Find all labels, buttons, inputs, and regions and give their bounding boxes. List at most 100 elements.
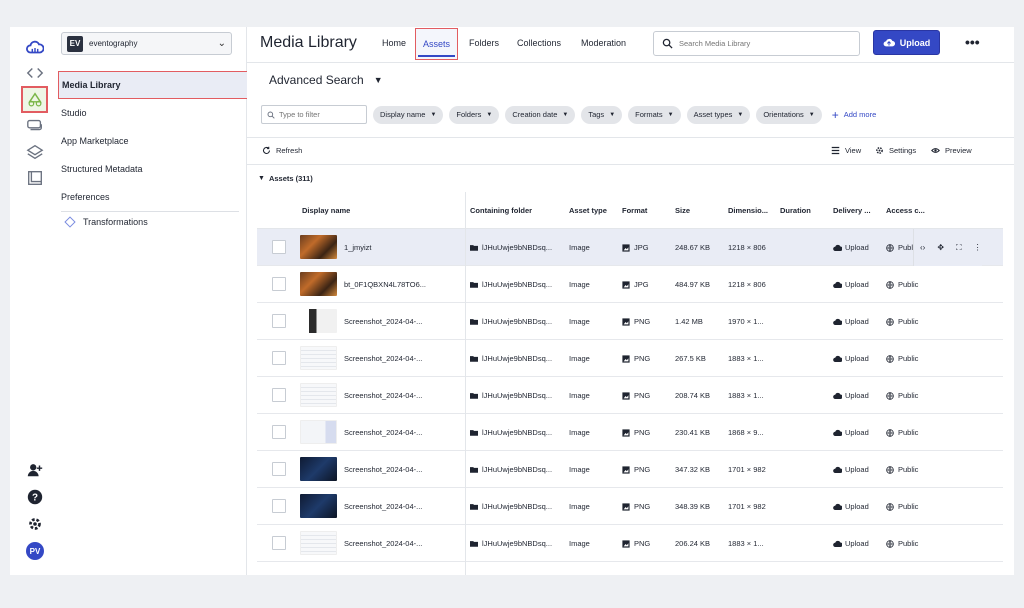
column-header[interactable]: Containing folder [470,206,532,215]
refresh-button[interactable]: Refresh [262,146,302,155]
asset-thumbnail[interactable] [300,383,337,407]
column-header[interactable]: Dimensio... [728,206,768,215]
row-checkbox[interactable] [272,425,286,439]
search-box[interactable] [653,31,860,56]
user-avatar[interactable]: PV [26,542,44,560]
column-header[interactable]: Format [622,206,647,215]
table-row[interactable]: Screenshot_2024-04-... lJHuUwje9bNBDsq...… [257,340,1003,377]
filter-chip-creation-date[interactable]: Creation date ▼ [505,105,576,124]
asset-thumbnail[interactable] [300,272,337,296]
size-cell: 267.5 KB [675,354,706,363]
asset-thumbnail[interactable] [300,346,337,370]
table-row[interactable]: Screenshot_2024-04-... lJHuUwje9bNBDsq...… [257,303,1003,340]
row-checkbox[interactable] [272,314,286,328]
filter-chip-folders[interactable]: Folders ▼ [449,105,500,124]
table-row[interactable]: bt_0F1QBXN4L78TO6... lJHuUwje9bNBDsq... Im… [257,266,1003,303]
table-row[interactable]: Screenshot_2024-04-... lJHuUwje9bNBDsq...… [257,414,1003,451]
plus-icon: + [831,107,839,122]
table-row[interactable]: Screenshot_2024-04-... lJHuUwje9bNBDsq...… [257,451,1003,488]
asset-name[interactable]: Screenshot_2024-04-... [344,502,422,511]
sidebar-item-studio[interactable]: Studio [58,99,247,127]
asset-name[interactable]: Screenshot_2024-04-... [344,317,422,326]
filter-chip-asset-types[interactable]: Asset types ▼ [686,105,751,124]
row-checkbox[interactable] [272,499,286,513]
asset-thumbnail[interactable] [300,457,337,481]
filter-chip-tags[interactable]: Tags ▼ [581,105,623,124]
row-checkbox[interactable] [272,462,286,476]
sidebar-item-media-library[interactable]: Media Library [58,71,256,99]
tab-home[interactable]: Home [382,38,406,48]
more-menu-button[interactable]: ••• [965,34,980,50]
format-cell-text: PNG [634,354,651,363]
layers-icon[interactable] [22,139,48,165]
more-icon[interactable]: ⋮ [974,243,982,252]
table-row[interactable]: Screenshot_2024-04-... lJHuUwje9bNBDsq...… [257,488,1003,525]
row-checkbox[interactable] [272,536,286,550]
settings-button[interactable]: Settings [875,146,916,155]
asset-thumbnail[interactable] [300,531,337,555]
list-view-icon [831,146,840,155]
column-header[interactable]: Duration [780,206,811,215]
code-icon[interactable] [22,60,48,86]
asset-name[interactable]: bt_0F1QBXN4L78TO6... [344,280,426,289]
asset-thumbnail[interactable] [300,494,337,518]
size-cell-text: 230.41 KB [675,428,711,437]
table-row[interactable]: Screenshot_2024-04-... lJHuUwje9bNBDsq...… [257,525,1003,562]
column-header[interactable]: Access c... [886,206,925,215]
filter-chip-display-name[interactable]: Display name ▼ [373,105,444,124]
expand-icon[interactable]: ⛶ [956,243,962,253]
column-header[interactable]: Display name [302,206,350,215]
row-checkbox[interactable] [272,240,286,254]
asset-thumbnail[interactable] [300,235,337,259]
filter-chip-orientations[interactable]: Orientations ▼ [756,105,822,124]
sidebar-item-structured-metadata[interactable]: Structured Metadata [58,155,247,183]
search-input[interactable] [679,39,849,48]
advanced-search-toggle[interactable]: Advanced Search ▼ [269,73,383,87]
view-button[interactable]: View [831,146,861,155]
messages-icon[interactable] [22,113,48,139]
help-icon[interactable]: ? [22,484,48,510]
column-header[interactable]: Asset type [569,206,607,215]
tab-assets[interactable]: Assets [415,28,459,60]
assets-section-toggle[interactable]: ▼ Assets (311) [258,174,313,183]
code-icon[interactable]: ‹› [920,243,925,252]
asset-thumbnail[interactable] [300,420,337,444]
asset-name[interactable]: Screenshot_2024-04-... [344,391,422,400]
sidebar-item-app-marketplace[interactable]: App Marketplace [58,127,247,155]
asset-name[interactable]: Screenshot_2024-04-... [344,354,422,363]
asset-name[interactable]: Screenshot_2024-04-... [344,428,422,437]
size-cell-text: 484.97 KB [675,280,711,289]
asset-name[interactable]: Screenshot_2024-04-... [344,539,422,548]
asset-name[interactable]: Screenshot_2024-04-... [344,465,422,474]
row-checkbox[interactable] [272,388,286,402]
column-header[interactable]: Delivery ... [833,206,871,215]
table-row[interactable]: 1_jmyizt lJHuUwje9bNBDsq... Image JPG 248.67… [257,229,1003,266]
asset-name[interactable]: 1_jmyizt [344,243,372,252]
cloud-upload-icon [833,392,843,400]
row-checkbox[interactable] [272,277,286,291]
workspace-selector[interactable]: EV eventography ⌄ [61,32,232,55]
filter-box[interactable] [261,105,367,124]
tab-moderation[interactable]: Moderation [581,38,626,48]
dam-icon[interactable] [21,86,48,113]
settings-icon[interactable] [22,511,48,537]
preview-button[interactable]: Preview [931,146,972,155]
upload-button[interactable]: Upload [873,30,940,55]
asset-thumbnail[interactable] [300,309,337,333]
folder-icon [470,392,478,400]
sidebar-item-transformations[interactable]: Transformations [64,216,148,228]
filter-chip-formats[interactable]: Formats ▼ [628,105,681,124]
cloud-logo-icon[interactable] [22,35,48,61]
sidebar-item-preferences[interactable]: Preferences [58,183,247,211]
table-row[interactable]: Screenshot_2024-04-... lJHuUwje9bNBDsq...… [257,377,1003,414]
column-header[interactable]: Size [675,206,690,215]
row-checkbox[interactable] [272,351,286,365]
tab-folders[interactable]: Folders [469,38,499,48]
tab-collections[interactable]: Collections [517,38,561,48]
format-cell-text: JPG [634,280,649,289]
add-more-filters-button[interactable]: + Add more [832,108,877,122]
filter-input[interactable] [279,110,364,119]
crop-icon[interactable] [22,165,48,191]
move-icon[interactable]: ✥ [937,243,944,252]
add-user-icon[interactable] [22,457,48,483]
